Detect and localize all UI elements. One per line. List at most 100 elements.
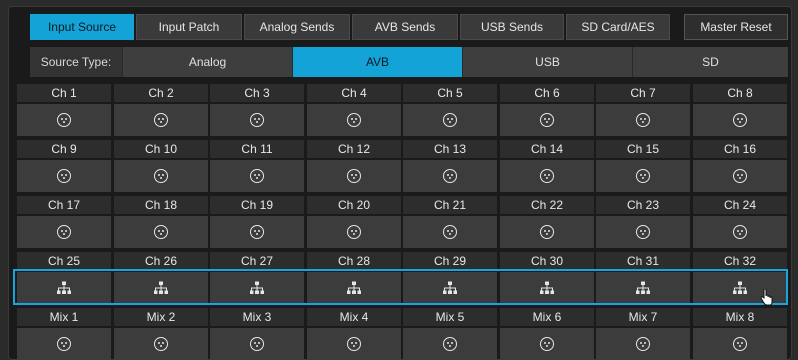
source-option-analog[interactable]: Analog [122, 47, 292, 77]
channel-source-button[interactable] [403, 216, 497, 248]
tab-avb-sends[interactable]: AVB Sends [352, 14, 458, 40]
channel-source-button[interactable] [17, 104, 111, 136]
channel-label: Ch 27 [210, 252, 304, 270]
network-avb-icon [154, 281, 168, 294]
channel-source-button[interactable] [114, 104, 208, 136]
channel-label: Ch 11 [210, 140, 304, 158]
channel-source-button[interactable] [596, 272, 690, 304]
channel-source-button[interactable] [307, 160, 401, 192]
tab-usb-sends[interactable]: USB Sends [460, 14, 564, 40]
channel-source-button[interactable] [693, 104, 787, 136]
channel-source-button[interactable] [210, 216, 304, 248]
channel-label: Ch 32 [693, 252, 787, 270]
channel-label: Ch 30 [500, 252, 594, 270]
channel-source-button[interactable] [596, 104, 690, 136]
channel-label: Ch 4 [307, 84, 401, 102]
channel-source-button[interactable] [500, 104, 594, 136]
channel-source-button[interactable] [17, 160, 111, 192]
channel-source-button[interactable] [114, 272, 208, 304]
channel-source-button[interactable] [500, 160, 594, 192]
tab-input-patch[interactable]: Input Patch [136, 14, 242, 40]
xlr-input-icon [540, 337, 554, 351]
channel-label: Ch 2 [114, 84, 208, 102]
channel-source-button[interactable] [403, 272, 497, 304]
network-avb-icon [57, 281, 71, 294]
channel-label: Mix 4 [307, 308, 401, 326]
xlr-input-icon [636, 113, 650, 127]
xlr-input-icon [250, 337, 264, 351]
channel-source-button[interactable] [210, 160, 304, 192]
channel-label: Mix 2 [114, 308, 208, 326]
channel-source-button[interactable] [210, 104, 304, 136]
xlr-input-icon [347, 225, 361, 239]
channel-source-button[interactable] [596, 160, 690, 192]
channel-source-button[interactable] [596, 328, 690, 360]
channel-source-button[interactable] [210, 272, 304, 304]
channel-label: Ch 21 [403, 196, 497, 214]
channel-source-button[interactable] [17, 272, 111, 304]
tab-sd-card-aes[interactable]: SD Card/AES [566, 14, 670, 40]
channel-label: Ch 22 [500, 196, 594, 214]
tab-analog-sends[interactable]: Analog Sends [244, 14, 350, 40]
xlr-input-icon [347, 337, 361, 351]
channel-label: Mix 8 [693, 308, 787, 326]
channel-source-button[interactable] [693, 216, 787, 248]
channel-label: Ch 5 [403, 84, 497, 102]
network-avb-icon [733, 281, 747, 294]
xlr-input-icon [540, 225, 554, 239]
channel-label: Ch 3 [210, 84, 304, 102]
xlr-input-icon [733, 113, 747, 127]
xlr-input-icon [154, 113, 168, 127]
channel-source-button[interactable] [307, 272, 401, 304]
channel-source-button[interactable] [17, 328, 111, 360]
network-avb-icon [540, 281, 554, 294]
xlr-input-icon [733, 225, 747, 239]
xlr-input-icon [636, 225, 650, 239]
xlr-input-icon [636, 169, 650, 183]
xlr-input-icon [250, 225, 264, 239]
channel-source-button[interactable] [500, 216, 594, 248]
channel-label: Ch 29 [403, 252, 497, 270]
channel-label: Ch 8 [693, 84, 787, 102]
channel-source-button[interactable] [403, 328, 497, 360]
channel-source-button[interactable] [403, 160, 497, 192]
channel-label: Ch 17 [17, 196, 111, 214]
channel-source-button[interactable] [693, 160, 787, 192]
channel-source-button[interactable] [114, 216, 208, 248]
xlr-input-icon [57, 113, 71, 127]
source-type-bar: Source Type: Analog AVB USB SD [30, 47, 788, 77]
channel-source-button[interactable] [17, 216, 111, 248]
channel-label: Ch 24 [693, 196, 787, 214]
xlr-input-icon [57, 225, 71, 239]
channel-source-button[interactable] [693, 328, 787, 360]
channel-label: Ch 14 [500, 140, 594, 158]
channel-source-button[interactable] [307, 216, 401, 248]
channel-source-button[interactable] [114, 160, 208, 192]
channel-label: Ch 26 [114, 252, 208, 270]
channel-source-button[interactable] [307, 328, 401, 360]
xlr-input-icon [154, 225, 168, 239]
network-avb-icon [443, 281, 457, 294]
source-option-sd[interactable]: SD [632, 47, 788, 77]
tab-input-source[interactable]: Input Source [30, 14, 134, 40]
channel-source-button[interactable] [307, 104, 401, 136]
channel-label: Ch 25 [17, 252, 111, 270]
channel-source-button[interactable] [596, 216, 690, 248]
channel-source-button[interactable] [500, 272, 594, 304]
source-option-usb[interactable]: USB [462, 47, 632, 77]
channel-source-button[interactable] [210, 328, 304, 360]
xlr-input-icon [154, 169, 168, 183]
xlr-input-icon [540, 113, 554, 127]
channel-label: Ch 18 [114, 196, 208, 214]
xlr-input-icon [443, 337, 457, 351]
channel-source-button[interactable] [114, 328, 208, 360]
channel-label: Ch 19 [210, 196, 304, 214]
channel-label: Ch 20 [307, 196, 401, 214]
xlr-input-icon [57, 169, 71, 183]
channel-source-button[interactable] [500, 328, 594, 360]
xlr-input-icon [733, 169, 747, 183]
source-option-avb[interactable]: AVB [292, 47, 462, 77]
master-reset-button[interactable]: Master Reset [684, 14, 788, 40]
channel-source-button[interactable] [403, 104, 497, 136]
channel-label: Mix 5 [403, 308, 497, 326]
